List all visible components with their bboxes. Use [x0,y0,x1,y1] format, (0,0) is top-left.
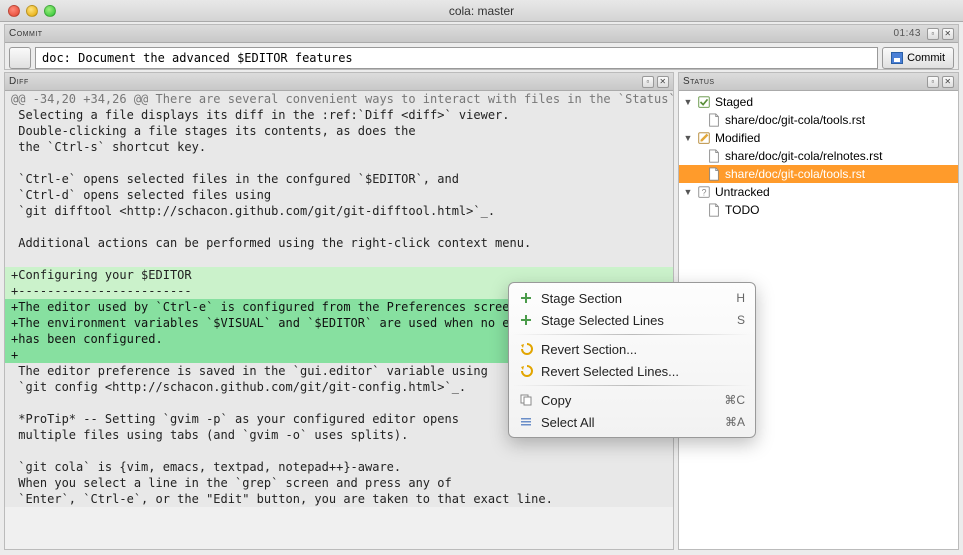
status-file-item[interactable]: share/doc/git-cola/relnotes.rst [679,147,958,165]
status-file-item[interactable]: share/doc/git-cola/tools.rst [679,165,958,183]
menu-separator [513,385,751,386]
expand-icon[interactable]: ▼ [683,133,693,143]
undo-icon [519,342,533,356]
status-tree[interactable]: ▼ Staged share/doc/git-cola/tools.rst ▼ Modi… [679,91,958,221]
panel-float-button[interactable]: ▫ [927,28,939,40]
menu-item-copy[interactable]: Copy ⌘C [509,389,755,411]
diff-line[interactable] [5,443,673,459]
diff-line[interactable]: +Configuring your $EDITOR [5,267,673,283]
status-group-staged[interactable]: ▼ Staged [679,93,958,111]
status-file-path: TODO [725,203,759,217]
diff-line[interactable]: `Ctrl-d` opens selected files using [5,187,673,203]
file-icon [707,203,721,217]
diff-context-menu: Stage Section H Stage Selected Lines S Rever… [508,282,756,438]
commit-panel-title: Commit [9,28,893,39]
menu-item-revert-selected-lines[interactable]: Revert Selected Lines... [509,360,755,382]
svg-text:?: ? [702,188,707,198]
commit-button[interactable]: Commit [882,47,954,69]
panel-close-button[interactable]: ✕ [942,28,954,40]
menu-item-label: Revert Selected Lines... [541,364,737,379]
panel-close-button[interactable]: ✕ [657,76,669,88]
menu-item-shortcut: H [736,291,745,305]
status-group-label: Modified [715,131,760,145]
diff-line[interactable]: Additional actions can be performed usin… [5,235,673,251]
menu-item-label: Select All [541,415,717,430]
diff-line[interactable] [5,155,673,171]
menu-item-label: Copy [541,393,716,408]
copy-icon [519,393,533,407]
status-group-label: Staged [715,95,753,109]
modified-icon [697,131,711,145]
diff-line[interactable]: When you select a line in the `grep` scr… [5,475,673,491]
expand-icon[interactable]: ▼ [683,97,693,107]
panel-close-button[interactable]: ✕ [942,76,954,88]
diff-line[interactable]: `Ctrl-e` opens selected files in the con… [5,171,673,187]
file-icon [707,149,721,163]
commit-options-button[interactable] [9,47,31,69]
diff-line[interactable]: `git difftool <http://schacon.github.com… [5,203,673,219]
status-file-item[interactable]: TODO [679,201,958,219]
diff-line[interactable] [5,251,673,267]
commit-message-input[interactable] [35,47,878,69]
save-icon [891,52,903,64]
menu-item-label: Stage Selected Lines [541,313,729,328]
commit-time: 01:43 [893,28,921,39]
menu-item-shortcut: ⌘A [725,415,745,429]
diff-line[interactable]: the `Ctrl-s` shortcut key. [5,139,673,155]
status-group-modified[interactable]: ▼ Modified [679,129,958,147]
titlebar: cola: master [0,0,963,22]
diff-line[interactable]: Selecting a file displays its diff in th… [5,107,673,123]
status-file-path: share/doc/git-cola/tools.rst [725,167,865,181]
menu-item-label: Revert Section... [541,342,737,357]
commit-panel: Commit 01:43 ▫ ✕ Commit [4,24,959,70]
status-file-path: share/doc/git-cola/tools.rst [725,113,865,127]
plus-icon [519,313,533,327]
status-panel-title: Status [683,76,927,87]
untracked-icon: ? [697,185,711,199]
diff-panel-title: Diff [9,76,642,87]
status-group-label: Untracked [715,185,770,199]
menu-item-label: Stage Section [541,291,728,306]
diff-line[interactable]: Double-clicking a file stages its conten… [5,123,673,139]
expand-icon[interactable]: ▼ [683,187,693,197]
menu-separator [513,334,751,335]
plus-icon [519,291,533,305]
commit-button-label: Commit [907,52,945,64]
file-icon [707,167,721,181]
menu-item-stage-section[interactable]: Stage Section H [509,287,755,309]
diff-line[interactable]: @@ -34,20 +34,26 @@ There are several co… [5,91,673,107]
diff-line[interactable]: `git cola` is {vim, emacs, textpad, note… [5,459,673,475]
status-file-item[interactable]: share/doc/git-cola/tools.rst [679,111,958,129]
staged-icon [697,95,711,109]
lines-icon [519,415,533,429]
diff-line[interactable] [5,219,673,235]
diff-line[interactable]: `Enter`, `Ctrl-e`, or the "Edit" button,… [5,491,673,507]
panel-float-button[interactable]: ▫ [642,76,654,88]
status-file-path: share/doc/git-cola/relnotes.rst [725,149,882,163]
file-icon [707,113,721,127]
panel-float-button[interactable]: ▫ [927,76,939,88]
status-group-untracked[interactable]: ▼? Untracked [679,183,958,201]
menu-item-select-all[interactable]: Select All ⌘A [509,411,755,433]
menu-item-revert-section[interactable]: Revert Section... [509,338,755,360]
window-title: cola: master [0,4,963,18]
menu-item-shortcut: S [737,313,745,327]
menu-item-shortcut: ⌘C [724,393,745,407]
undo-icon [519,364,533,378]
menu-item-stage-selected-lines[interactable]: Stage Selected Lines S [509,309,755,331]
